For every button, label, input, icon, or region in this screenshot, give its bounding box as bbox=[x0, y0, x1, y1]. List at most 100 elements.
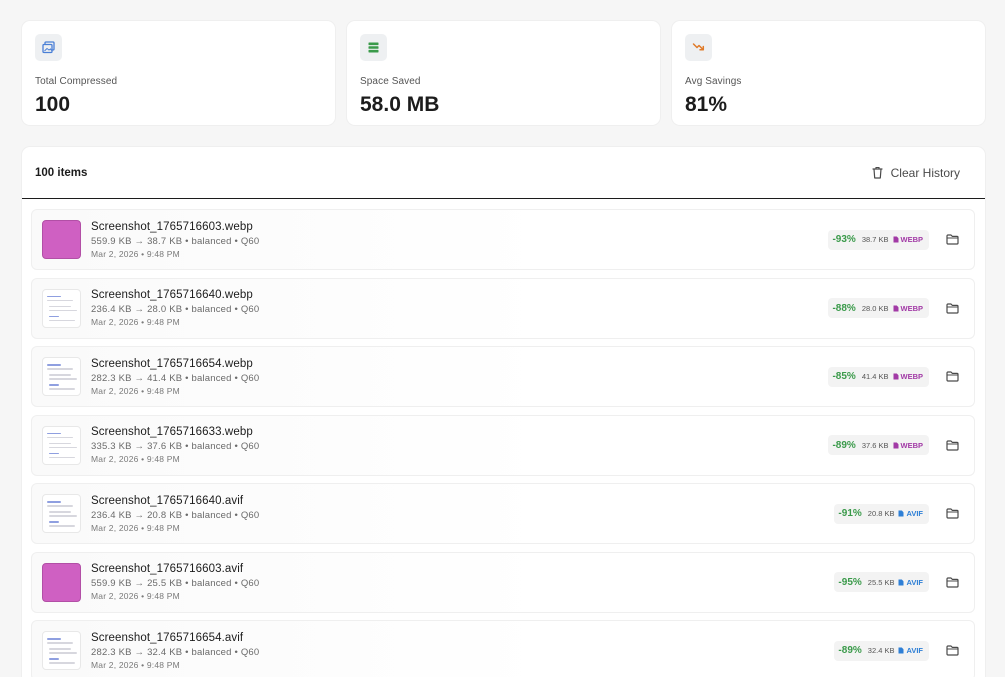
file-icon bbox=[893, 442, 898, 448]
file-meta: 282.3 KB → 32.4 KB • balanced • Q60 bbox=[91, 646, 260, 658]
file-icon bbox=[898, 579, 904, 585]
stat-value: 81% bbox=[685, 93, 728, 116]
savings-percent: -91% bbox=[838, 508, 862, 519]
savings-percent: -89% bbox=[832, 439, 856, 451]
format-label: WEBP bbox=[900, 440, 924, 450]
open-folder-button[interactable] bbox=[943, 436, 961, 454]
folder-icon bbox=[945, 302, 959, 314]
open-folder-button[interactable] bbox=[943, 299, 961, 317]
file-name: Screenshot_1765716640.avif bbox=[91, 494, 244, 507]
format-label: AVIF bbox=[906, 646, 923, 655]
open-folder-button[interactable] bbox=[943, 368, 961, 386]
stats-row: Total Compressed 100 Space Saved 58.0 MB… bbox=[22, 21, 985, 125]
stat-card-avg: Avg Savings 81% bbox=[672, 21, 985, 125]
thumbnail-image bbox=[42, 562, 81, 602]
output-size: 38.7 KB bbox=[861, 235, 889, 244]
file-date: Mar 2, 2026 • 9:48 PM bbox=[91, 385, 180, 396]
savings-percent: -88% bbox=[832, 302, 856, 314]
savings-badge: -89% 37.6 KB WEBP bbox=[828, 435, 929, 455]
folder-icon bbox=[945, 439, 959, 451]
file-info: Screenshot_1765716654.avif 282.3 KB → 32.… bbox=[91, 632, 834, 670]
open-folder-button[interactable] bbox=[943, 505, 961, 523]
file-info: Screenshot_1765716640.webp 236.4 KB → 28.… bbox=[91, 289, 828, 327]
savings-percent: -95% bbox=[838, 576, 862, 588]
file-date: Mar 2, 2026 • 9:48 PM bbox=[91, 659, 180, 670]
items-count: 100 items bbox=[35, 166, 88, 179]
file-icon bbox=[893, 305, 898, 311]
savings-percent: -85% bbox=[832, 371, 856, 382]
stat-label: Space Saved bbox=[360, 76, 421, 87]
file-meta: 236.4 KB → 20.8 KB • balanced • Q60 bbox=[91, 509, 260, 521]
history-row[interactable]: Screenshot_1765716633.webp 335.3 KB → 37.… bbox=[31, 414, 975, 476]
file-date: Mar 2, 2026 • 9:48 PM bbox=[91, 248, 180, 259]
savings-badge: -93% 38.7 KB WEBP bbox=[828, 229, 929, 250]
file-info: Screenshot_1765716603.avif 559.9 KB → 25.… bbox=[91, 563, 834, 601]
format-badge: AVIF bbox=[898, 509, 923, 518]
image-stack-icon bbox=[35, 34, 62, 61]
thumbnail-image bbox=[42, 288, 81, 328]
file-meta: 236.4 KB → 28.0 KB • balanced • Q60 bbox=[91, 304, 260, 315]
output-size: 41.4 KB bbox=[861, 372, 889, 381]
file-name: Screenshot_1765716654.webp bbox=[91, 357, 253, 370]
output-size: 37.6 KB bbox=[861, 440, 889, 450]
file-name: Screenshot_1765716603.avif bbox=[91, 563, 244, 575]
file-meta: 559.9 KB → 25.5 KB • balanced • Q60 bbox=[91, 578, 260, 589]
format-badge: AVIF bbox=[898, 578, 923, 587]
savings-percent: -93% bbox=[832, 234, 856, 245]
thumbnail-image bbox=[42, 357, 81, 396]
file-name: Screenshot_1765716640.webp bbox=[91, 289, 253, 301]
file-info: Screenshot_1765716654.webp 282.3 KB → 41.… bbox=[91, 358, 828, 396]
file-icon bbox=[898, 510, 904, 517]
savings-badge: -85% 41.4 KB WEBP bbox=[828, 366, 929, 387]
format-label: WEBP bbox=[900, 303, 924, 313]
format-label: AVIF bbox=[906, 509, 923, 518]
file-info: Screenshot_1765716603.webp 559.9 KB → 38.… bbox=[91, 221, 828, 259]
format-label: WEBP bbox=[900, 235, 924, 244]
stat-label: Avg Savings bbox=[685, 76, 742, 87]
format-badge: WEBP bbox=[893, 372, 923, 381]
stat-card-total: Total Compressed 100 bbox=[22, 21, 335, 125]
file-date: Mar 2, 2026 • 9:48 PM bbox=[91, 317, 180, 327]
format-badge: WEBP bbox=[893, 303, 924, 313]
file-icon bbox=[893, 373, 898, 380]
history-row[interactable]: Screenshot_1765716603.avif 559.9 KB → 25.… bbox=[31, 551, 975, 613]
folder-icon bbox=[945, 371, 959, 382]
format-badge: AVIF bbox=[898, 646, 923, 655]
file-name: Screenshot_1765716654.avif bbox=[91, 631, 244, 644]
file-meta: 559.9 KB → 38.7 KB • balanced • Q60 bbox=[91, 235, 260, 247]
savings-badge: -89% 32.4 KB AVIF bbox=[834, 640, 929, 661]
stat-label: Total Compressed bbox=[35, 76, 118, 87]
thumbnail-image bbox=[42, 494, 81, 533]
output-size: 28.0 KB bbox=[861, 303, 889, 313]
open-folder-button[interactable] bbox=[943, 231, 961, 249]
database-icon bbox=[360, 34, 387, 61]
clear-history-button[interactable]: Clear History bbox=[860, 162, 972, 184]
thumbnail-image bbox=[42, 631, 81, 670]
history-row[interactable]: Screenshot_1765716640.webp 236.4 KB → 28.… bbox=[31, 277, 975, 339]
folder-icon bbox=[945, 234, 959, 245]
file-info: Screenshot_1765716640.avif 236.4 KB → 20.… bbox=[91, 495, 834, 533]
open-folder-button[interactable] bbox=[943, 642, 961, 660]
open-folder-button[interactable] bbox=[943, 573, 961, 591]
output-size: 32.4 KB bbox=[867, 646, 895, 655]
history-row[interactable]: Screenshot_1765716603.webp 559.9 KB → 38.… bbox=[31, 209, 975, 270]
history-row[interactable]: Screenshot_1765716654.avif 282.3 KB → 32.… bbox=[31, 620, 975, 677]
savings-badge: -88% 28.0 KB WEBP bbox=[828, 298, 929, 318]
clear-history-label: Clear History bbox=[890, 165, 960, 180]
history-panel: 100 items Clear History Screenshot_17657… bbox=[22, 147, 985, 677]
folder-icon bbox=[945, 508, 959, 519]
stat-value: 58.0 MB bbox=[360, 93, 440, 116]
file-date: Mar 2, 2026 • 9:48 PM bbox=[91, 454, 180, 464]
thumbnail-image bbox=[42, 425, 81, 465]
file-date: Mar 2, 2026 • 9:48 PM bbox=[91, 591, 180, 601]
history-row[interactable]: Screenshot_1765716654.webp 282.3 KB → 41.… bbox=[31, 346, 975, 407]
format-label: AVIF bbox=[906, 577, 923, 587]
file-icon bbox=[898, 647, 904, 654]
output-size: 20.8 KB bbox=[867, 509, 895, 518]
format-badge: WEBP bbox=[893, 235, 924, 244]
savings-percent: -89% bbox=[838, 645, 862, 656]
thumbnail-image bbox=[42, 220, 81, 259]
file-meta: 335.3 KB → 37.6 KB • balanced • Q60 bbox=[91, 441, 260, 452]
history-row[interactable]: Screenshot_1765716640.avif 236.4 KB → 20.… bbox=[31, 483, 975, 544]
savings-badge: -95% 25.5 KB AVIF bbox=[834, 572, 929, 592]
